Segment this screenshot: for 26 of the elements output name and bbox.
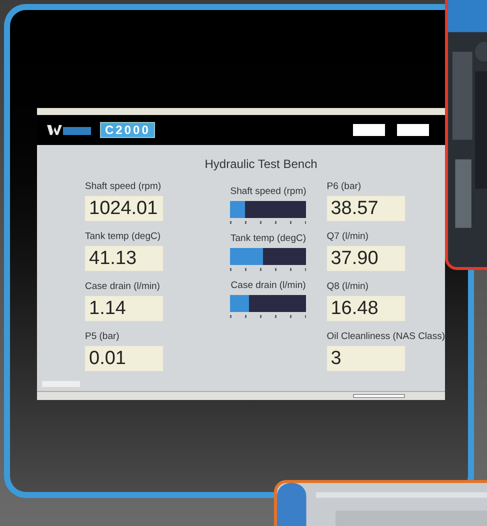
reading-value: 1.14 (85, 296, 163, 321)
reading-value: 1024.01 (85, 196, 163, 221)
reading-value: 3 (326, 346, 405, 371)
reading-value: 41.13 (85, 246, 163, 271)
header-button[interactable] (397, 124, 429, 136)
reading-value: 0.01 (85, 346, 163, 371)
progress-field (353, 394, 405, 398)
reading-label: Oil Cleanliness (NAS Class) (326, 330, 445, 343)
reading-label: Q7 (l/min) (326, 230, 370, 243)
page-title: Hydraulic Test Bench (204, 156, 318, 173)
gauge-label: Shaft speed (rpm) (230, 186, 306, 198)
reading-label: Tank temp (degC) (85, 230, 162, 243)
reading-label: Shaft speed (rpm) (85, 180, 162, 193)
reading-label: P6 (bar) (326, 180, 362, 193)
gauge-label: Case drain (l/min) (230, 280, 306, 292)
page-indicator (42, 380, 80, 387)
reading-label: P5 (bar) (85, 330, 120, 343)
reading-value: 37.90 (326, 246, 405, 271)
product-logo: C2000 (100, 122, 156, 138)
gauge-label: Tank temp (degC) (230, 232, 306, 245)
header-button[interactable] (353, 124, 385, 136)
logo-icon (47, 124, 92, 136)
reading-label: Q8 (l/min) (326, 280, 370, 293)
reading-value: 38.57 (326, 196, 405, 221)
reading-value: 16.48 (326, 296, 405, 321)
reading-label: Case drain (l/min) (85, 280, 161, 293)
